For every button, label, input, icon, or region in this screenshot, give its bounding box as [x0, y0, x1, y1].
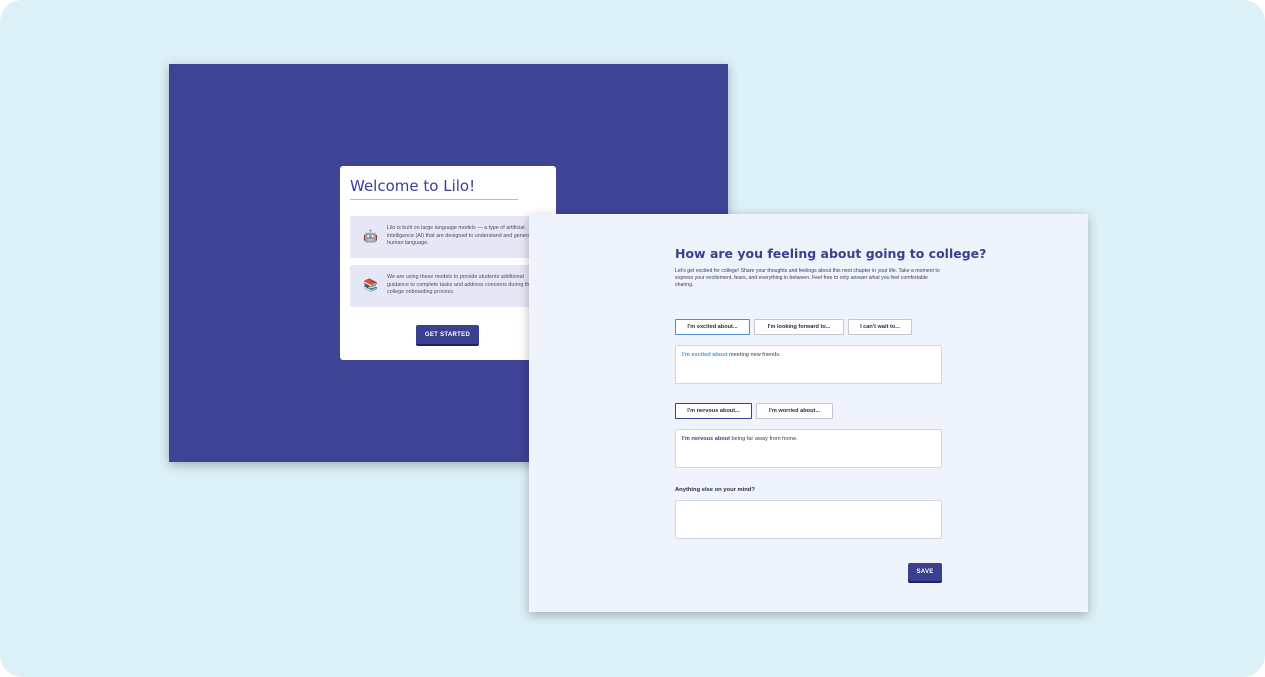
title-divider [350, 199, 518, 200]
chip-excited-about[interactable]: I'm excited about... [675, 319, 750, 335]
info-text-llm: Lilo is built on large language models —… [387, 225, 536, 247]
excitement-answer-field[interactable]: I'm excited about meeting new friends. [675, 345, 942, 384]
info-text-guidance: We are using these models to provide stu… [387, 274, 533, 296]
info-box-llm: 🤖 Lilo is built on large language models… [350, 216, 550, 258]
college-feelings-screen: How are you feeling about going to colle… [529, 214, 1088, 612]
info-box-guidance: 📚 We are using these models to provide s… [350, 265, 550, 307]
showcase-background: Welcome to Lilo! 🤖 Lilo is built on larg… [0, 0, 1265, 677]
chip-nervous-about[interactable]: I'm nervous about... [675, 403, 752, 419]
save-button[interactable]: SAVE [908, 563, 942, 581]
nervous-answer-value: being far away from home. [729, 436, 798, 442]
chip-looking-forward-to[interactable]: I'm looking forward to... [754, 319, 844, 335]
anything-else-label: Anything else on your mind? [675, 487, 755, 493]
excitement-answer-text: I'm excited about meeting new friends. [682, 352, 781, 358]
anything-else-field[interactable] [675, 500, 942, 539]
welcome-card: Welcome to Lilo! 🤖 Lilo is built on larg… [340, 166, 556, 360]
welcome-title: Welcome to Lilo! [350, 177, 476, 195]
robot-icon: 🤖 [363, 229, 378, 243]
chip-cant-wait-to[interactable]: I can't wait to... [848, 319, 912, 335]
chip-worried-about[interactable]: I'm worried about... [756, 403, 833, 419]
excitement-keyword: I'm excited about [682, 352, 728, 358]
nervous-answer-text: I'm nervous about being far away from ho… [682, 436, 798, 442]
nervous-keyword: I'm nervous about [682, 436, 730, 442]
nervous-answer-field[interactable]: I'm nervous about being far away from ho… [675, 429, 942, 468]
intro-text: Let's get excited for college! Share you… [675, 268, 940, 289]
books-icon: 📚 [363, 278, 378, 292]
get-started-button[interactable]: GET STARTED [416, 325, 479, 344]
page-title: How are you feeling about going to colle… [675, 246, 987, 261]
excitement-answer-value: meeting new friends. [727, 352, 781, 358]
